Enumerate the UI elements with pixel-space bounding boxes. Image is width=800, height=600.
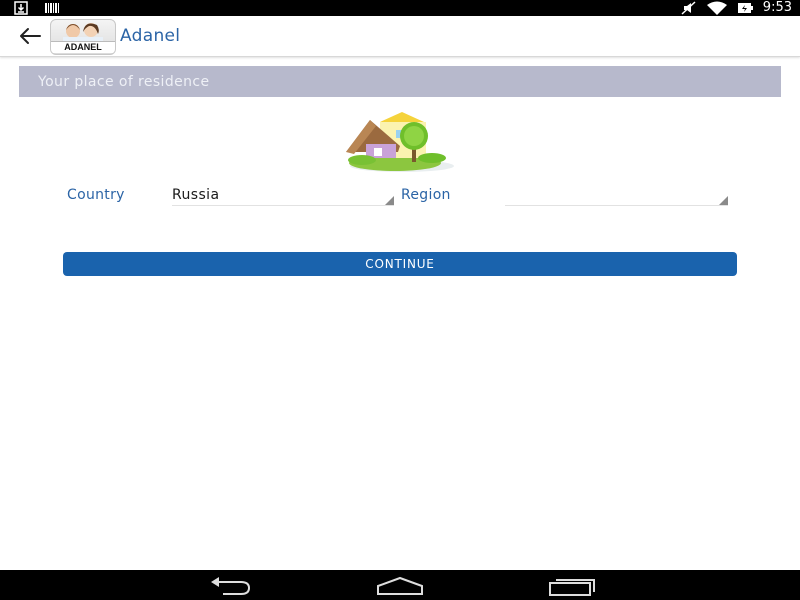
region-label: Region bbox=[401, 187, 451, 203]
app-title: Adanel bbox=[120, 26, 181, 46]
navigation-bar bbox=[0, 570, 800, 600]
status-left bbox=[14, 1, 60, 15]
country-underline bbox=[172, 205, 394, 206]
region-spinner[interactable] bbox=[505, 182, 728, 206]
app-bar: ADANEL Adanel bbox=[0, 16, 800, 57]
section-header-title: Your place of residence bbox=[38, 74, 210, 90]
wifi-icon bbox=[706, 1, 727, 15]
continue-button[interactable]: CONTINUE bbox=[63, 252, 737, 276]
app-logo-icon: ADANEL bbox=[50, 19, 116, 55]
dropdown-corner-icon bbox=[385, 196, 394, 205]
country-spinner[interactable]: Russia bbox=[172, 182, 394, 206]
status-bar: 9:53 bbox=[0, 0, 800, 16]
country-label: Country bbox=[67, 187, 125, 203]
dropdown-corner-icon bbox=[719, 196, 728, 205]
status-right: 9:53 bbox=[681, 0, 792, 16]
nav-home-icon[interactable] bbox=[376, 574, 424, 596]
region-underline bbox=[505, 205, 728, 206]
download-icon bbox=[14, 1, 28, 15]
mute-icon bbox=[681, 1, 696, 15]
battery-icon bbox=[737, 3, 753, 13]
country-value: Russia bbox=[172, 187, 220, 203]
section-header: Your place of residence bbox=[19, 66, 781, 97]
back-arrow-icon[interactable] bbox=[16, 24, 44, 48]
house-icon bbox=[346, 112, 454, 172]
nav-back-icon[interactable] bbox=[205, 574, 253, 596]
logo-text: ADANEL bbox=[51, 41, 115, 53]
barcode-icon bbox=[45, 3, 59, 13]
status-time: 9:53 bbox=[762, 0, 792, 15]
nav-recents-icon[interactable] bbox=[548, 574, 596, 596]
